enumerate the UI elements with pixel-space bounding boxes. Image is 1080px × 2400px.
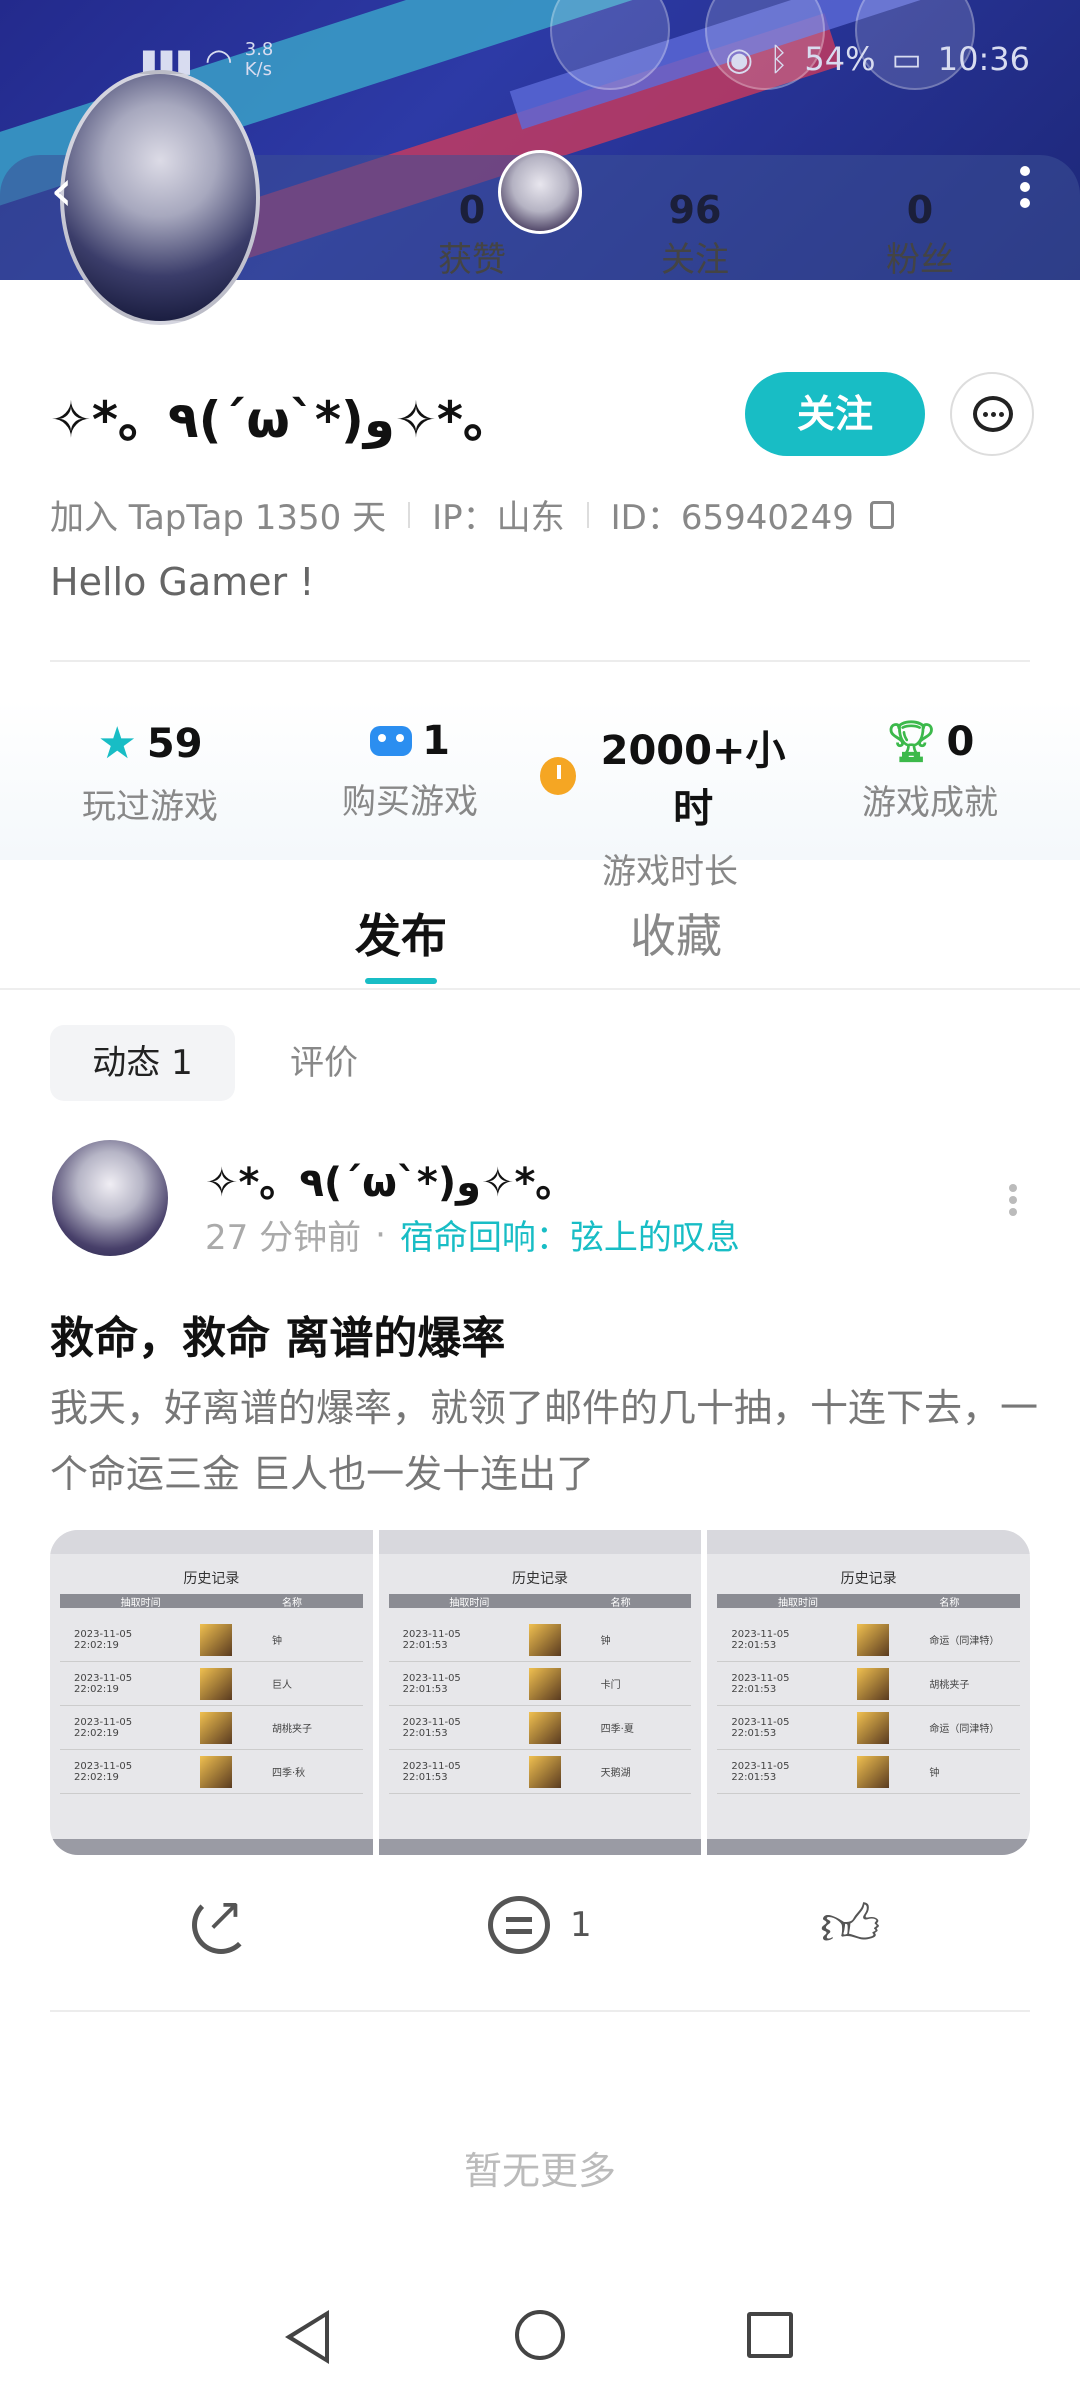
timer-icon [540, 757, 577, 795]
trophy-icon: 🏆︎ [885, 719, 937, 765]
content-tabs: 发布 收藏 [0, 870, 1080, 990]
post-game-link[interactable]: 宿命回响：弦上的叹息 [400, 1210, 740, 1259]
post-title[interactable]: 救命，救命 离谱的爆率 [50, 1302, 505, 1366]
bio: Hello Gamer ! [50, 560, 315, 604]
playtime-stat[interactable]: 2000+小时 游戏时长 [540, 718, 800, 893]
following-stat[interactable]: 96 关注 [635, 188, 755, 281]
profile-meta: 加入 TapTap 1350 天 IP：山东 ID：65940249 [50, 490, 894, 539]
divider [50, 2010, 1030, 2012]
gamepad-icon [370, 726, 413, 756]
followers-stat[interactable]: 0 粉丝 [860, 188, 980, 281]
post-author-avatar[interactable] [52, 1140, 168, 1256]
share-icon [192, 1887, 250, 1954]
nav-back-button[interactable] [285, 2310, 329, 2364]
played-games-stat[interactable]: ★ 59 玩过游戏 [20, 718, 280, 828]
username: ✧*。٩(ˊωˋ*)و✧*。 [50, 391, 514, 449]
likes-stat[interactable]: 0 获赞 [412, 188, 532, 281]
tab-publish[interactable]: 发布 [355, 900, 447, 966]
bluetooth-icon: ᛒ [769, 40, 789, 78]
follow-button[interactable]: 关注 [745, 372, 925, 456]
post-body[interactable]: 我天，好离谱的爆率，就领了邮件的几十抽，十连下去，一个命运三金 巨人也一发十连出… [50, 1375, 1040, 1507]
post-time: 27 分钟前 [205, 1218, 362, 1258]
wifi-icon: ◠ [204, 41, 233, 79]
eye-icon: ◉ [725, 40, 754, 78]
battery-percent: 54% [804, 40, 876, 78]
game-stats: ★ 59 玩过游戏 1 购买游戏 2000+小时 游戏时长 🏆︎ 0 游戏成就 [0, 700, 1080, 892]
nav-home-button[interactable] [515, 2310, 565, 2360]
achievements-stat[interactable]: 🏆︎ 0 游戏成就 [800, 718, 1060, 824]
subtab-reviews[interactable]: 评价 [290, 1025, 410, 1101]
joined-days: 加入 TapTap 1350 天 [50, 498, 387, 538]
divider [50, 660, 1030, 662]
system-nav-bar [0, 2290, 1080, 2400]
post-image[interactable]: 历史记录 抽取时间 名称 2023-11-05 22:02:19 钟 2023-11… [50, 1530, 373, 1855]
battery-icon: ▭ [891, 40, 922, 78]
chat-icon [973, 396, 1013, 432]
chevron-left-icon: ‹ [50, 156, 74, 224]
clock: 10:36 [937, 40, 1030, 78]
post-image[interactable]: 历史记录 抽取时间 名称 2023-11-05 22:01:53 命运（同津特） 2… [707, 1530, 1030, 1855]
copy-icon[interactable] [869, 500, 894, 529]
active-tab-indicator [365, 978, 437, 984]
subtab-moments[interactable]: 动态 1 [50, 1025, 235, 1101]
comment-icon [488, 1896, 550, 1954]
post-images: 历史记录 抽取时间 名称 2023-11-05 22:02:19 钟 2023-11… [50, 1530, 1030, 1855]
network-speed: 3.8 K/s [244, 39, 274, 80]
tab-favorites[interactable]: 收藏 [630, 900, 722, 966]
post-image[interactable]: 历史记录 抽取时间 名称 2023-11-05 22:01:53 钟 2023-11… [378, 1530, 702, 1855]
more-menu-button[interactable] [1000, 160, 1050, 220]
like-button[interactable]: 👍︎ [820, 1890, 881, 1960]
no-more-text: 暂无更多 [463, 2149, 616, 2193]
post-actions: 1 👍︎ [0, 1887, 1080, 1980]
post-more-button[interactable] [1006, 1180, 1020, 1230]
star-icon: ★ [97, 718, 137, 769]
post-meta: 27 分钟前 · 宿命回响：弦上的叹息 [205, 1210, 740, 1259]
nav-recents-button[interactable] [747, 2312, 793, 2358]
purchased-games-stat[interactable]: 1 购买游戏 [280, 718, 540, 823]
share-button[interactable] [192, 1887, 250, 1960]
ip-location: IP：山东 [432, 498, 565, 538]
back-button[interactable]: ‹ [50, 160, 110, 220]
comment-button[interactable]: 1 [488, 1890, 592, 1960]
user-id: ID：65940249 [610, 498, 854, 538]
post-author[interactable]: ✧*。٩(ˊωˋ*)و✧*。 [205, 1150, 575, 1208]
message-button[interactable] [950, 372, 1034, 456]
thumbs-up-icon: 👍︎ [820, 1891, 881, 1959]
comment-count: 1 [570, 1905, 592, 1945]
